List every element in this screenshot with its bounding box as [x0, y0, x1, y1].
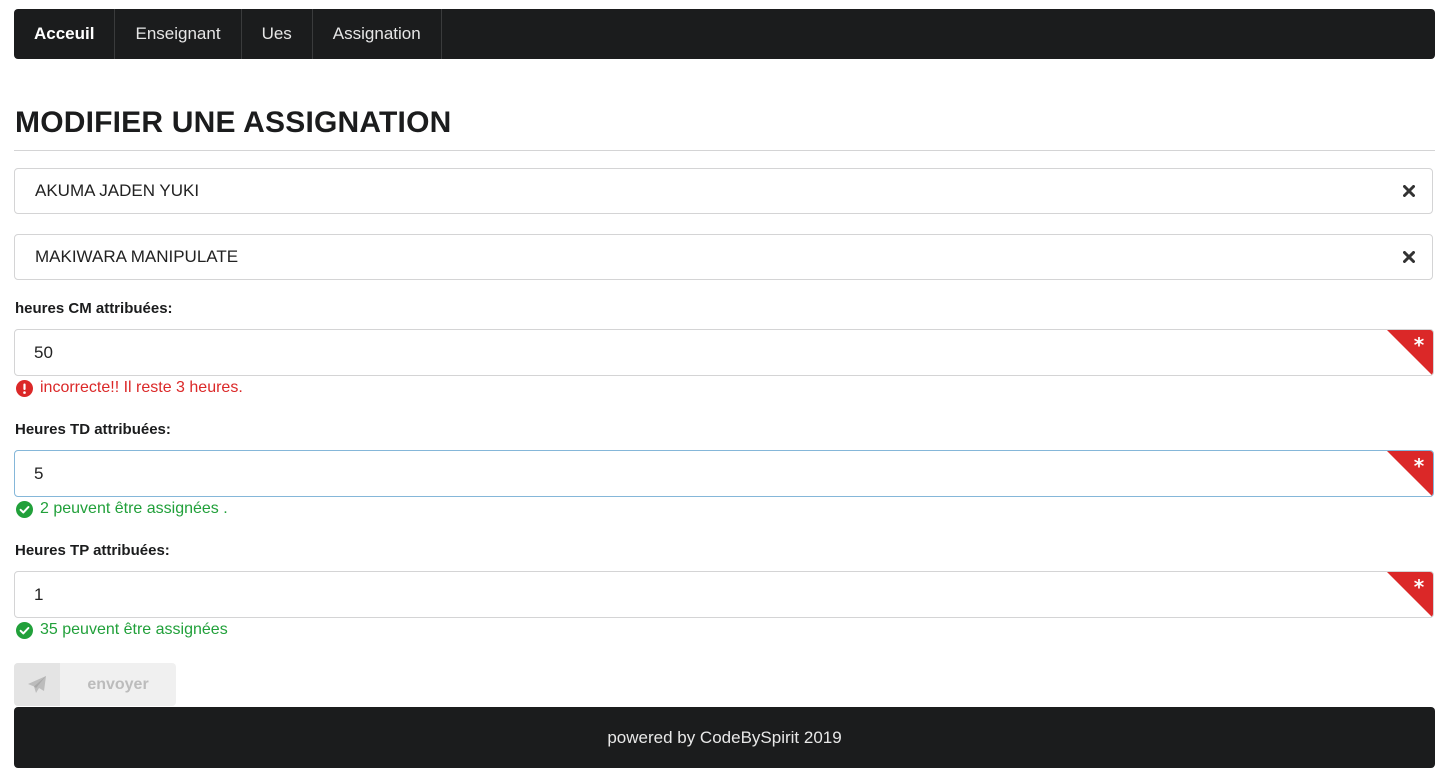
svg-text:*: * — [1414, 333, 1425, 357]
close-icon[interactable] — [1402, 250, 1416, 264]
top-navbar: Acceuil Enseignant Ues Assignation — [14, 9, 1435, 59]
cm-hours-error-text: incorrecte!! Il reste 3 heures. — [40, 379, 243, 396]
cm-hours-error-message: incorrecte!! Il reste 3 heures. — [16, 379, 243, 397]
td-hours-success-message: 2 peuvent être assignées . — [16, 500, 228, 518]
check-circle-icon — [16, 621, 33, 639]
tp-hours-field: * — [14, 571, 1434, 618]
svg-text:*: * — [1414, 454, 1425, 478]
teacher-select[interactable]: AKUMA JADEN YUKI — [14, 168, 1433, 214]
nav-item-ues[interactable]: Ues — [242, 9, 313, 59]
check-circle-icon — [16, 500, 33, 518]
nav-item-acceuil[interactable]: Acceuil — [14, 9, 116, 59]
ue-select[interactable]: MAKIWARA MANIPULATE — [14, 234, 1433, 280]
required-asterisk-icon: * — [1387, 451, 1433, 496]
tp-hours-success-message: 35 peuvent être assignées — [16, 621, 228, 639]
nav-item-enseignant[interactable]: Enseignant — [115, 9, 242, 59]
cm-hours-label: heures CM attribuées: — [15, 300, 173, 317]
cm-hours-input[interactable] — [15, 330, 1433, 375]
close-icon[interactable] — [1402, 184, 1416, 198]
teacher-select-value: AKUMA JADEN YUKI — [35, 181, 200, 200]
title-divider — [14, 150, 1435, 151]
tp-hours-input[interactable] — [15, 572, 1433, 617]
send-button[interactable]: envoyer — [14, 663, 176, 706]
footer-text: powered by CodeBySpirit 2019 — [607, 727, 842, 747]
td-hours-field: * — [14, 450, 1434, 497]
page-title: MODIFIER UNE ASSIGNATION — [15, 106, 452, 139]
ue-select-value: MAKIWARA MANIPULATE — [35, 247, 239, 266]
required-asterisk-icon: * — [1387, 572, 1433, 617]
td-hours-success-text: 2 peuvent être assignées . — [40, 500, 228, 517]
tp-hours-success-text: 35 peuvent être assignées — [40, 621, 228, 638]
footer: powered by CodeBySpirit 2019 — [14, 707, 1435, 768]
exclamation-circle-icon — [16, 379, 33, 397]
required-asterisk-icon: * — [1387, 330, 1433, 375]
cm-hours-field: * — [14, 329, 1434, 376]
send-button-label: envoyer — [87, 675, 149, 693]
svg-text:*: * — [1414, 575, 1425, 599]
td-hours-input[interactable] — [15, 451, 1433, 496]
tp-hours-label: Heures TP attribuées: — [15, 542, 170, 559]
paper-plane-icon — [14, 663, 60, 706]
nav-item-assignation[interactable]: Assignation — [313, 9, 442, 59]
td-hours-label: Heures TD attribuées: — [15, 421, 171, 438]
